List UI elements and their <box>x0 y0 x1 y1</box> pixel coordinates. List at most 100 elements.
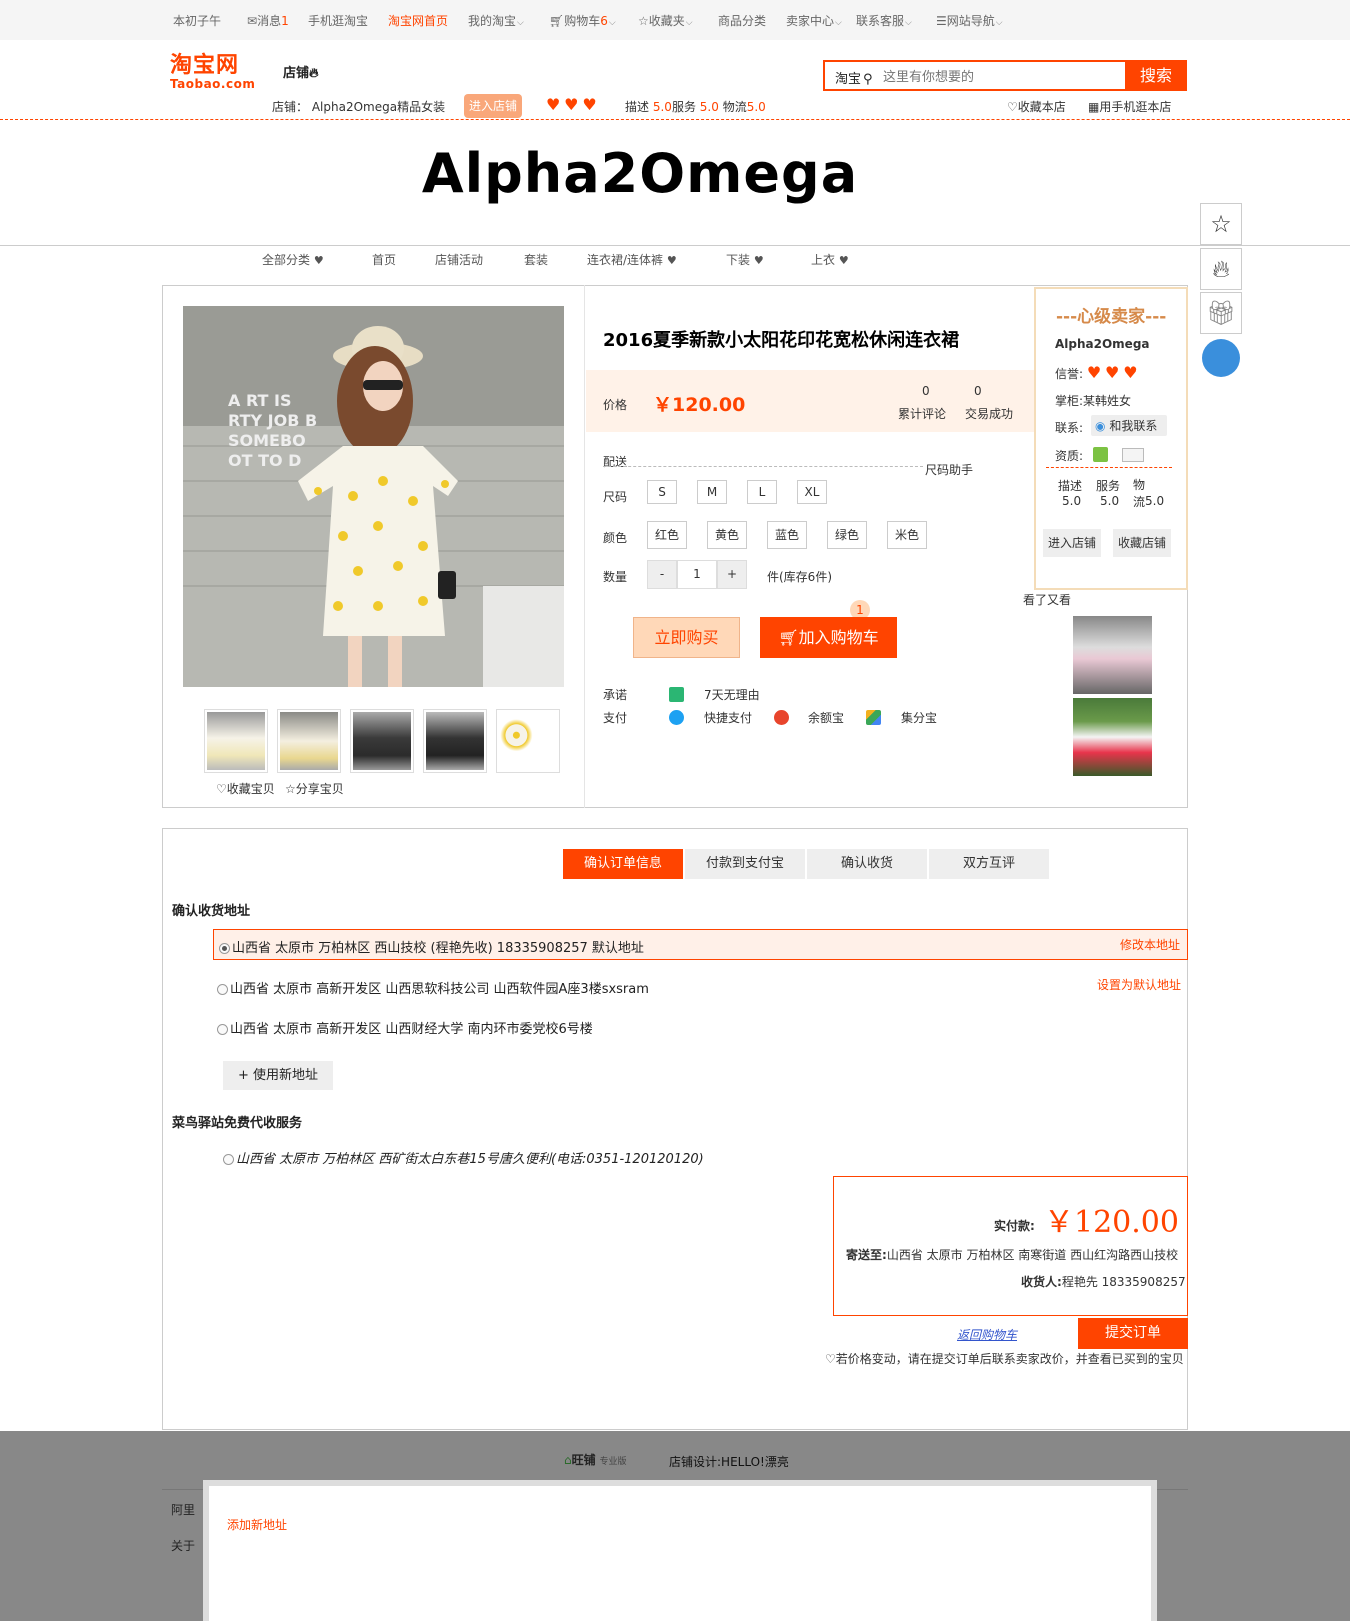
enter-shop-button[interactable]: 进入店铺 <box>464 94 522 118</box>
qty-plus-button[interactable]: + <box>717 560 747 589</box>
taobao-home-link[interactable]: 淘宝网首页 <box>388 12 448 29</box>
nav-dresses[interactable]: 连衣裙/连体裤 ♥ <box>587 251 677 268</box>
cainiao-option[interactable]: 山西省 太原市 万柏林区 西矿街太白东巷15号唐久便利(电话:0351-1201… <box>223 1148 704 1167</box>
fav-item-link[interactable]: ♡收藏宝贝 <box>216 780 275 797</box>
fav-shop-link[interactable]: ♡收藏本店 <box>1007 98 1066 115</box>
radio-button[interactable] <box>223 1154 234 1165</box>
qty-label: 数量 <box>603 570 628 584</box>
add-address-dialog: 添加新地址 <box>203 1480 1157 1621</box>
product-thumbnail[interactable] <box>277 709 341 773</box>
also-viewed-item[interactable] <box>1073 698 1152 776</box>
nav-shop-activities[interactable]: 店铺活动 <box>435 251 483 268</box>
seller-enter-shop-button[interactable]: 进入店铺 <box>1043 529 1101 557</box>
color-option-blue[interactable]: 蓝色 <box>767 521 807 549</box>
chevron-down-icon: ⌵ <box>995 18 1003 28</box>
product-thumbnail[interactable] <box>350 709 414 773</box>
my-taobao-menu[interactable]: 我的淘宝⌵ <box>468 12 524 29</box>
step-pay-alipay: 付款到支付宝 <box>685 849 805 879</box>
also-viewed-item[interactable] <box>1073 616 1152 694</box>
step-confirm-order: 确认订单信息 <box>563 849 683 879</box>
float-hot[interactable]: 🔥︎ <box>1200 248 1242 290</box>
set-default-address-link[interactable]: 设置为默认地址 <box>1097 976 1181 993</box>
radio-button[interactable] <box>217 1024 228 1035</box>
shop-full-name[interactable]: Alpha2Omega精品女装 <box>312 100 445 114</box>
size-option-l[interactable]: L <box>747 480 777 504</box>
shop-info-label: 店铺： <box>272 100 309 114</box>
service-menu[interactable]: 联系客服⌵ <box>856 12 912 29</box>
mobile-taobao-link[interactable]: 手机逛淘宝 <box>308 12 368 29</box>
seller-desc-value: 5.0 <box>1062 494 1082 508</box>
panel-divider <box>584 285 585 808</box>
wangwang-icon: ◉ <box>1095 419 1106 433</box>
radio-button[interactable] <box>217 984 228 995</box>
search-input[interactable] <box>883 65 1119 87</box>
search-button[interactable]: 搜索 <box>1125 60 1187 91</box>
add-to-cart-button[interactable]: 🛒︎加入购物车 <box>760 617 897 658</box>
float-favorite[interactable]: ☆ <box>1200 203 1242 245</box>
seller-center-menu[interactable]: 卖家中心⌵ <box>786 12 842 29</box>
size-option-xl[interactable]: XL <box>797 480 827 504</box>
seller-fav-shop-button[interactable]: 收藏店铺 <box>1113 529 1171 557</box>
size-option-m[interactable]: M <box>697 480 727 504</box>
nav-tops[interactable]: 上衣 ♥ <box>811 251 849 268</box>
product-thumbnail[interactable] <box>204 709 268 773</box>
contact-label: 联系: <box>1055 421 1084 435</box>
qty-minus-button[interactable]: - <box>647 560 677 589</box>
star-outline-icon: ☆ <box>285 782 296 796</box>
address-option-2[interactable]: 山西省 太原市 高新开发区 山西思软科技公司 山西软件园A座3楼sxsram <box>217 978 649 997</box>
nav-sets[interactable]: 套装 <box>524 251 548 268</box>
mobile-shop-link[interactable]: ▦用手机逛本店 <box>1088 98 1171 115</box>
price-change-notice: ♡若价格变动，请在提交订单后联系卖家改价，并查看已买到的宝贝 <box>825 1350 1184 1367</box>
float-gift[interactable]: 🎁︎ <box>1200 292 1242 334</box>
cart-menu[interactable]: 🛒︎购物车6⌵ <box>549 12 616 29</box>
heart-icon: ♥ <box>546 95 561 114</box>
seller-name[interactable]: Alpha2Omega <box>1055 337 1150 351</box>
user-greeting[interactable]: 本初子午 <box>173 12 221 29</box>
owner-name: 某韩姓女 <box>1083 394 1132 408</box>
messages-link[interactable]: ✉消息1 <box>247 12 289 29</box>
pay-amount-label: 实付款: <box>994 1219 1035 1233</box>
use-new-address-button[interactable]: + 使用新地址 <box>223 1061 333 1090</box>
cart-label: 购物车 <box>564 14 601 28</box>
also-viewed-title: 看了又看 <box>1023 593 1072 607</box>
color-option-beige[interactable]: 米色 <box>887 521 927 549</box>
color-option-red[interactable]: 红色 <box>647 521 687 549</box>
star-outline-icon: ☆ <box>638 14 649 28</box>
size-helper-link[interactable]: 尺码助手 <box>925 461 973 478</box>
radio-button-checked[interactable] <box>219 943 230 954</box>
address-option-1[interactable]: 山西省 太原市 万柏林区 西山技校 (程艳先收) 18335908257 默认地… <box>219 937 644 956</box>
size-option-s[interactable]: S <box>647 480 677 504</box>
back-to-cart-link[interactable]: 返回购物车 <box>957 1326 1017 1343</box>
footer-link-about[interactable]: 关于 <box>171 1537 195 1554</box>
product-main-image[interactable]: A RT IS RTY JOB B SOMEBO OT TO D <box>183 306 564 687</box>
float-wangwang[interactable] <box>1200 337 1242 379</box>
search-scope[interactable]: 淘宝 ⚲ <box>835 68 873 87</box>
edit-address-link[interactable]: 修改本地址 <box>1120 936 1180 953</box>
product-thumbnail[interactable] <box>423 709 487 773</box>
rating-desc-value: 5.0 <box>652 100 672 114</box>
favorites-menu[interactable]: ☆收藏夹⌵ <box>638 12 693 29</box>
categories-link[interactable]: 商品分类 <box>718 12 766 29</box>
rating-desc-label: 描述 <box>625 100 650 114</box>
promise-value: 7天无理由 <box>704 688 760 702</box>
address-option-3[interactable]: 山西省 太原市 高新开发区 山西财经大学 南内环市委党校6号楼 <box>217 1018 593 1037</box>
nav-bottoms[interactable]: 下装 ♥ <box>726 251 764 268</box>
share-item-link[interactable]: ☆分享宝贝 <box>285 780 344 797</box>
order-summary-box: 实付款: ￥120.00 寄送至:山西省 太原市 万柏林区 南寒街道 西山红沟路… <box>833 1176 1188 1316</box>
nav-home[interactable]: 首页 <box>372 251 396 268</box>
owner-label: 掌柜: <box>1055 394 1084 408</box>
messages-label: 消息 <box>257 14 282 28</box>
site-nav-menu[interactable]: ☰网站导航⌵ <box>936 12 1003 29</box>
product-thumbnail[interactable] <box>496 709 560 773</box>
qty-input[interactable]: 1 <box>677 560 717 589</box>
footer-link-alibaba[interactable]: 阿里 <box>171 1501 195 1518</box>
color-option-yellow[interactable]: 黄色 <box>707 521 747 549</box>
color-option-green[interactable]: 绿色 <box>827 521 867 549</box>
contact-seller-button[interactable]: ◉ 和我联系 <box>1091 415 1168 436</box>
receiver-info: 收货人:程艳先 18335908257 <box>1021 1273 1186 1290</box>
submit-order-button[interactable]: 提交订单 <box>1078 1318 1188 1349</box>
svg-text:OT TO D: OT TO D <box>228 451 301 470</box>
taobao-logo[interactable]: 淘宝网 Taobao.com <box>170 54 258 92</box>
nav-all-categories[interactable]: 全部分类 ♥ <box>262 251 324 268</box>
buy-now-button[interactable]: 立即购买 <box>633 617 740 658</box>
